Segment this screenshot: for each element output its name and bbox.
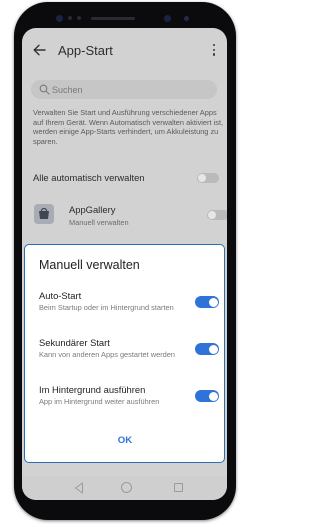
sensor-dot-icon xyxy=(77,16,81,20)
sensor-dot-icon xyxy=(68,16,72,20)
auto-manage-label: Alle automatisch verwalten xyxy=(33,172,145,183)
square-recent-icon[interactable] xyxy=(174,483,183,492)
appgallery-icon xyxy=(34,204,54,224)
app-name: AppGallery xyxy=(69,204,116,215)
proximity-sensor-icon xyxy=(184,16,189,21)
auto-manage-row[interactable]: Alle automatisch verwalten xyxy=(33,168,219,188)
option-name: Sekundärer Start xyxy=(39,337,110,348)
app-bar: App-Start xyxy=(22,28,227,72)
screen: App-Start Verwalten Sie Start und Ausfüh… xyxy=(22,28,227,500)
search-icon xyxy=(39,84,50,95)
earpiece-speaker xyxy=(91,17,135,20)
ok-button[interactable]: OK xyxy=(105,432,145,450)
arrow-left-icon[interactable] xyxy=(32,43,46,57)
dialog-title: Manuell verwalten xyxy=(39,258,140,272)
option-description: Beim Startup oder im Hintergrund starten xyxy=(39,303,174,312)
auto-manage-toggle[interactable] xyxy=(197,173,219,183)
page-title: App-Start xyxy=(58,43,113,58)
option-name: Auto-Start xyxy=(39,290,82,301)
app-toggle[interactable] xyxy=(207,210,227,220)
description-text: Verwalten Sie Start und Ausführung versc… xyxy=(33,108,224,146)
manual-manage-dialog: Manuell verwalten Auto-Start Beim Startu… xyxy=(24,244,225,463)
auto-start-toggle[interactable] xyxy=(195,296,219,308)
secondary-start-toggle[interactable] xyxy=(195,343,219,355)
navigation-bar xyxy=(22,476,227,500)
search-bar[interactable] xyxy=(31,80,217,99)
auto-start-option[interactable]: Auto-Start Beim Startup oder im Hintergr… xyxy=(39,290,219,330)
iris-sensor-icon xyxy=(164,15,171,22)
option-name: Im Hintergrund ausführen xyxy=(39,384,146,395)
app-list-item[interactable]: AppGallery Manuell verwalten xyxy=(22,200,227,234)
search-input[interactable] xyxy=(52,83,202,96)
circle-home-icon[interactable] xyxy=(121,482,132,493)
secondary-start-option[interactable]: Sekundärer Start Kann von anderen Apps g… xyxy=(39,337,219,377)
front-camera-icon xyxy=(56,15,63,22)
triangle-back-icon[interactable] xyxy=(74,482,84,494)
app-status: Manuell verwalten xyxy=(69,218,129,227)
run-in-background-option[interactable]: Im Hintergrund ausführen App im Hintergr… xyxy=(39,384,219,424)
more-vertical-icon[interactable] xyxy=(212,44,216,56)
option-description: App im Hintergrund weiter ausführen xyxy=(39,397,160,406)
option-description: Kann von anderen Apps gestartet werden xyxy=(39,350,176,359)
phone-top-bezel xyxy=(14,2,236,30)
run-in-background-toggle[interactable] xyxy=(195,390,219,402)
